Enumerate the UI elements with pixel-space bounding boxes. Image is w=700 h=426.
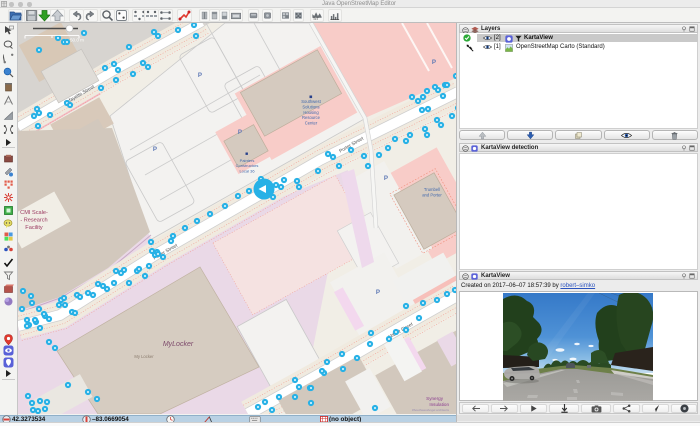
svg-text:50.0 m: 50.0 m <box>70 38 84 43</box>
svg-text:P: P <box>238 129 242 136</box>
svg-text:P: P <box>198 72 202 79</box>
svg-text:Insulation: Insulation <box>429 402 449 407</box>
svg-text:Facility: Facility <box>25 225 43 231</box>
svg-text:Resource: Resource <box>302 115 321 120</box>
svg-text:My Locker: My Locker <box>134 354 154 359</box>
svg-text:Center: Center <box>305 121 318 126</box>
svg-text:P: P <box>153 146 157 153</box>
svg-text:Trumbell: Trumbell <box>424 187 440 192</box>
svg-text:CMI Scale-: CMI Scale- <box>20 210 48 216</box>
svg-text:Southwest: Southwest <box>301 99 321 104</box>
svg-text:P: P <box>432 59 436 66</box>
svg-text:P: P <box>384 175 388 182</box>
svg-text:and Porter: and Porter <box>422 193 442 198</box>
svg-text:#SouthwestAngel architects: #SouthwestAngel architects <box>412 408 450 412</box>
svg-text:Solutions: Solutions <box>302 104 319 109</box>
svg-text:MyLocker: MyLocker <box>163 341 194 348</box>
svg-text:- Research: - Research <box>20 218 47 224</box>
svg-text:Synergy: Synergy <box>426 396 444 401</box>
svg-text:Local 36: Local 36 <box>239 168 255 173</box>
svg-text:Housing: Housing <box>303 110 319 115</box>
svg-text:P: P <box>376 289 380 296</box>
svg-text:TcT: TcT <box>313 17 320 21</box>
